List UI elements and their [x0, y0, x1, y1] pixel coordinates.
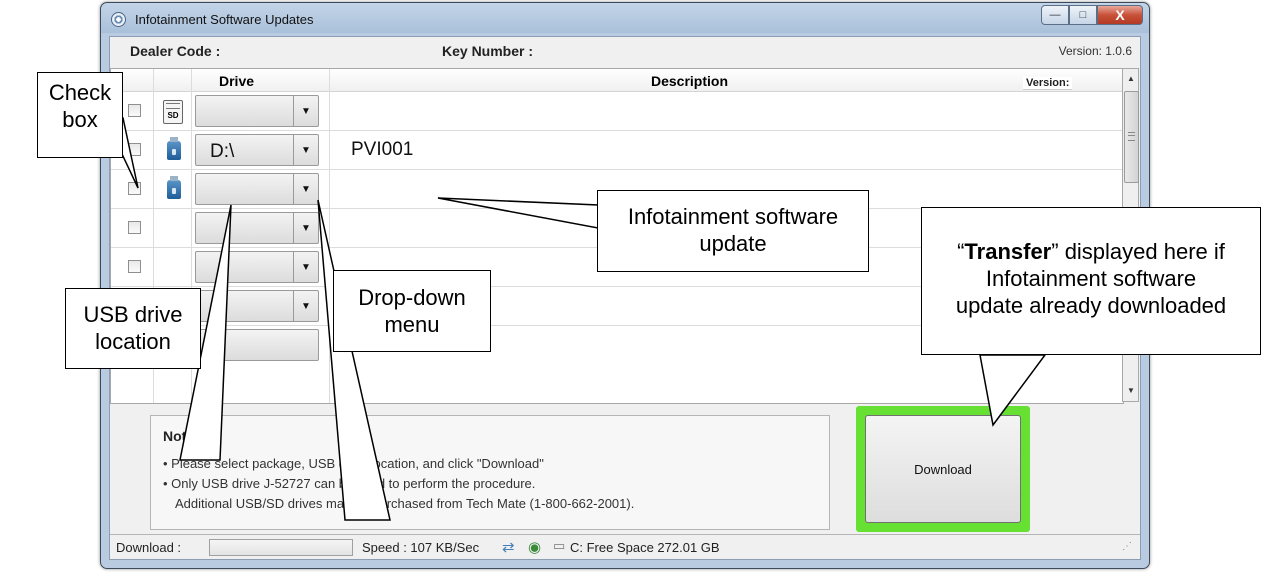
- close-button[interactable]: X: [1097, 5, 1143, 25]
- download-button[interactable]: Download: [865, 415, 1021, 523]
- callout-line: Drop-down: [358, 285, 466, 310]
- drive-dropdown[interactable]: [195, 329, 319, 361]
- download-progress-bar: [209, 539, 353, 556]
- grid-header: Drive Description: [111, 69, 1123, 92]
- dealer-code-label: Dealer Code :: [130, 43, 221, 59]
- scroll-thumb[interactable]: [1124, 91, 1139, 183]
- version-column-label: Version:: [1023, 77, 1073, 90]
- transfer-first-line: “Transfer” displayed here if: [922, 238, 1260, 265]
- disk-icon: ▭: [553, 538, 566, 553]
- header-row: Dealer Code : Key Number : Version: 1.0.…: [110, 37, 1140, 61]
- row-checkbox[interactable]: [128, 221, 141, 234]
- drive-dropdown[interactable]: ▼: [195, 290, 319, 322]
- callout-line: update already downloaded: [955, 293, 1227, 318]
- chevron-down-icon[interactable]: ▼: [293, 135, 318, 165]
- callout-line: box: [62, 107, 98, 132]
- callout-text: ” displayed here if: [1051, 239, 1225, 264]
- callout-line: Infotainment software: [627, 204, 839, 229]
- maximize-button[interactable]: □: [1069, 5, 1097, 25]
- row-checkbox[interactable]: [128, 260, 141, 273]
- chevron-down-icon[interactable]: ▼: [293, 96, 318, 126]
- grip-icon: [1128, 132, 1135, 141]
- row-checkbox[interactable]: [128, 182, 141, 195]
- sd-card-icon: SD: [163, 100, 183, 124]
- row-checkbox[interactable]: [128, 143, 141, 156]
- drive-value: D:\: [210, 141, 235, 162]
- callout-line: USB drive: [83, 302, 183, 327]
- download-highlight: Download: [856, 406, 1030, 532]
- title-bar: Infotainment Software Updates — □ X: [101, 3, 1149, 37]
- note-line: • Only USB drive J-52727 can be used to …: [163, 476, 536, 491]
- drive-dropdown[interactable]: ▼: [195, 212, 319, 244]
- chevron-down-icon[interactable]: ▼: [293, 174, 318, 204]
- chevron-down-icon[interactable]: ▼: [293, 213, 318, 243]
- status-bar: Download : Speed : 107 KB/Sec ⇄ ◉ ▭ C: F…: [110, 534, 1140, 559]
- software-update-callout: Infotainment software update: [597, 190, 869, 272]
- col-drive[interactable]: Drive: [219, 73, 254, 89]
- table-row[interactable]: SD ▼: [111, 92, 1123, 131]
- app-version: Version: 1.0.6: [1058, 44, 1132, 58]
- network-icon: ⇄: [502, 539, 515, 556]
- callout-line: location: [95, 329, 171, 354]
- drive-dropdown[interactable]: ▼: [195, 251, 319, 283]
- row-checkbox[interactable]: [128, 104, 141, 117]
- globe-icon: ◉: [528, 539, 542, 556]
- window-title: Infotainment Software Updates: [135, 12, 314, 27]
- row-description: PVI001: [351, 139, 414, 160]
- key-number-label: Key Number :: [442, 43, 534, 59]
- note-panel: Note: • Please select package, USB drive…: [150, 415, 830, 530]
- scroll-down-icon[interactable]: ▼: [1124, 383, 1138, 399]
- chevron-down-icon[interactable]: ▼: [293, 252, 318, 282]
- chevron-down-icon[interactable]: ▼: [293, 291, 318, 321]
- callout-line: menu: [384, 312, 440, 337]
- usb-drive-icon: [167, 137, 181, 160]
- resize-grip-icon[interactable]: ⋰: [1122, 541, 1132, 552]
- table-row[interactable]: D:\ ▼ PVI001: [111, 131, 1123, 170]
- transfer-callout: “Transfer” displayed here if Infotainmen…: [921, 207, 1261, 355]
- usb-location-callout: USB drive location: [65, 288, 201, 369]
- minimize-button[interactable]: —: [1041, 5, 1069, 25]
- transfer-keyword: Transfer: [964, 239, 1052, 264]
- dropdown-callout: Drop-down menu: [333, 270, 491, 352]
- callout-line: Check: [48, 80, 112, 105]
- note-line: • Please select package, USB drive locat…: [163, 456, 544, 471]
- drive-dropdown[interactable]: ▼: [195, 173, 319, 205]
- free-space-readout: C: Free Space 272.01 GB: [570, 540, 720, 555]
- callout-line: Infotainment software: [985, 266, 1197, 291]
- download-label: Download :: [116, 540, 182, 555]
- col-description[interactable]: Description: [651, 73, 728, 89]
- speed-readout: Speed : 107 KB/Sec: [362, 540, 480, 555]
- check-box-callout: Check box: [37, 72, 123, 158]
- window-controls: — □ X: [1041, 5, 1143, 27]
- note-line: Additional USB/SD drives may be purchase…: [175, 496, 635, 511]
- drive-dropdown[interactable]: ▼: [195, 95, 319, 127]
- note-title: Note:: [163, 428, 199, 444]
- scroll-up-icon[interactable]: ▲: [1124, 71, 1138, 87]
- app-icon: [111, 12, 126, 27]
- callout-line: update: [699, 231, 767, 256]
- drive-dropdown[interactable]: D:\ ▼: [195, 134, 319, 166]
- usb-drive-icon: [167, 176, 181, 199]
